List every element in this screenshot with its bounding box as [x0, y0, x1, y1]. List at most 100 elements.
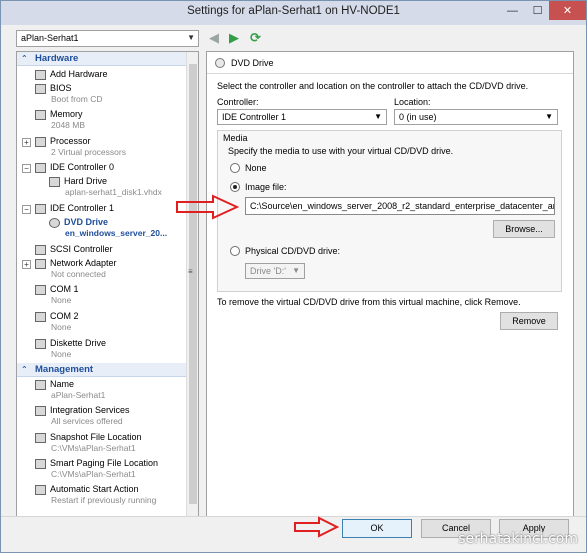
controller-label: Controller:: [217, 97, 259, 107]
collapse-icon[interactable]: ⌃: [21, 363, 28, 376]
browse-button[interactable]: Browse...: [493, 220, 555, 238]
integration-services-icon: [35, 405, 46, 416]
processor-icon: [35, 136, 46, 147]
network-adapter-icon: [35, 258, 46, 269]
bios-icon: [35, 83, 46, 94]
tree-item-smart-paging[interactable]: Smart Paging File Location C:\VMs\aPlan-…: [35, 458, 158, 480]
tree-item-detail: C:\VMs\aPlan-Serhat1: [51, 468, 136, 479]
panel-instruction: Select the controller and location on th…: [217, 81, 529, 91]
grip-icon: ≡: [188, 267, 193, 276]
panel-header: DVD Drive: [207, 52, 573, 74]
tree-scrollbar[interactable]: ≡: [186, 52, 198, 516]
tree-item-scsi-controller[interactable]: SCSI Controller: [35, 244, 113, 255]
tree-item-bios[interactable]: BIOS Boot from CD: [35, 83, 103, 105]
settings-window: Settings for aPlan-Serhat1 on HV-NODE1 —…: [0, 0, 587, 553]
tree-item-ide-controller-0[interactable]: IDE Controller 0: [35, 162, 114, 173]
image-path-field[interactable]: C:\Source\en_windows_server_2008_r2_stan…: [245, 197, 555, 215]
expand-network-icon[interactable]: +: [22, 260, 31, 269]
settings-tree: ⌃ Hardware Add Hardware BIOS Boot from C…: [16, 51, 199, 517]
tree-item-snapshot-location[interactable]: Snapshot File Location C:\VMs\aPlan-Serh…: [35, 432, 142, 454]
physical-drive-select[interactable]: Drive 'D:' ▼: [245, 263, 305, 279]
tree-item-add-hardware[interactable]: Add Hardware: [35, 69, 108, 80]
scsi-controller-icon: [35, 244, 46, 255]
tree-item-detail: Not connected: [51, 268, 106, 279]
maximize-button[interactable]: ☐: [525, 1, 550, 20]
tree-item-label: Automatic Start Action: [50, 484, 139, 494]
tree-item-network-adapter[interactable]: Network Adapter Not connected: [35, 258, 117, 280]
physical-drive-radio[interactable]: [230, 246, 240, 256]
minimize-button[interactable]: —: [500, 1, 525, 20]
tree-item-label: IDE Controller 1: [50, 203, 115, 213]
collapse-ide1-icon[interactable]: −: [22, 205, 31, 214]
management-section-header[interactable]: ⌃ Management: [17, 363, 187, 377]
tree-item-detail: None: [51, 348, 72, 359]
tree-item-detail: All services offered: [51, 415, 123, 426]
dvd-drive-icon: [215, 58, 225, 68]
tree-item-detail: C:\VMs\aPlan-Serhat1: [51, 442, 136, 453]
annotation-arrow-icon: [176, 194, 239, 220]
forward-arrow-icon[interactable]: ▶: [229, 30, 239, 46]
panel-heading: DVD Drive: [231, 58, 274, 68]
back-arrow-icon[interactable]: ◀: [209, 30, 219, 46]
hardware-header-label: Hardware: [35, 53, 79, 64]
collapse-ide0-icon[interactable]: −: [22, 164, 31, 173]
title-bar[interactable]: Settings for aPlan-Serhat1 on HV-NODE1 —…: [1, 1, 586, 25]
tree-item-com1[interactable]: COM 1 None: [35, 284, 79, 306]
media-group: Media Specify the media to use with your…: [217, 130, 562, 292]
snapshot-icon: [35, 432, 46, 443]
tree-item-detail: en_windows_server_20...: [65, 227, 168, 238]
close-button[interactable]: ✕: [549, 1, 586, 20]
tree-item-label: IDE Controller 0: [50, 162, 115, 172]
expand-processor-icon[interactable]: +: [22, 138, 31, 147]
tree-item-memory[interactable]: Memory 2048 MB: [35, 109, 85, 131]
tree-item-label: COM 2: [50, 311, 79, 321]
tree-item-processor[interactable]: Processor 2 Virtual processors: [35, 136, 126, 158]
tree-item-label: Memory: [50, 109, 83, 119]
physical-drive-value: Drive 'D:': [250, 266, 286, 276]
location-value: 0 (in use): [399, 112, 437, 122]
tree-item-name[interactable]: Name aPlan-Serhat1: [35, 379, 105, 401]
tree-item-integration-services[interactable]: Integration Services All services offere…: [35, 405, 130, 427]
hardware-section-header[interactable]: ⌃ Hardware: [17, 52, 187, 66]
physical-drive-radio-label: Physical CD/DVD drive:: [245, 246, 341, 256]
annotation-arrow-icon: [294, 516, 339, 538]
tree-item-detail: None: [51, 321, 72, 332]
add-hardware-icon: [35, 69, 46, 80]
hard-drive-icon: [49, 176, 60, 187]
remove-button[interactable]: Remove: [500, 312, 558, 330]
tree-item-label: Name: [50, 379, 75, 389]
tree-item-auto-start[interactable]: Automatic Start Action Restart if previo…: [35, 484, 156, 506]
tree-item-dvd-drive[interactable]: DVD Drive en_windows_server_20...: [49, 217, 167, 239]
none-radio[interactable]: [230, 163, 240, 173]
tree-item-label: SCSI Controller: [50, 244, 113, 254]
image-file-radio[interactable]: [230, 182, 240, 192]
media-group-label: Media: [223, 133, 248, 143]
window-title: Settings for aPlan-Serhat1 on HV-NODE1: [187, 5, 400, 17]
tree-item-detail: Boot from CD: [51, 93, 103, 104]
controller-select[interactable]: IDE Controller 1 ▼: [217, 109, 387, 125]
refresh-icon[interactable]: ⟳: [250, 30, 261, 46]
tree-item-com2[interactable]: COM 2 None: [35, 311, 79, 333]
location-select[interactable]: 0 (in use) ▼: [394, 109, 558, 125]
collapse-icon[interactable]: ⌃: [21, 52, 28, 65]
tree-item-label: Network Adapter: [50, 258, 117, 268]
image-file-radio-label: Image file:: [245, 182, 287, 192]
com-port-icon: [35, 311, 46, 322]
tree-item-label: Add Hardware: [50, 69, 108, 79]
ide-controller-icon: [35, 162, 46, 173]
tree-item-detail: aplan-serhat1_disk1.vhdx: [65, 186, 162, 197]
controller-value: IDE Controller 1: [222, 112, 287, 122]
ok-button[interactable]: OK: [342, 519, 412, 538]
tree-item-diskette-drive[interactable]: Diskette Drive None: [35, 338, 106, 360]
scrollbar-thumb[interactable]: [189, 64, 197, 504]
tree-item-ide-controller-1[interactable]: IDE Controller 1: [35, 203, 114, 214]
tree-item-label: Smart Paging File Location: [50, 458, 159, 468]
ide-controller-icon: [35, 203, 46, 214]
vm-selector[interactable]: aPlan-Serhat1 ▼: [16, 30, 199, 47]
tree-item-detail: aPlan-Serhat1: [51, 389, 106, 400]
tree-item-hard-drive[interactable]: Hard Drive aplan-serhat1_disk1.vhdx: [49, 176, 162, 198]
tree-item-label: Snapshot File Location: [50, 432, 142, 442]
tree-item-detail: 2048 MB: [51, 119, 86, 130]
tree-item-label: DVD Drive: [64, 217, 109, 227]
dvd-drive-panel: DVD Drive Select the controller and loca…: [206, 51, 574, 517]
